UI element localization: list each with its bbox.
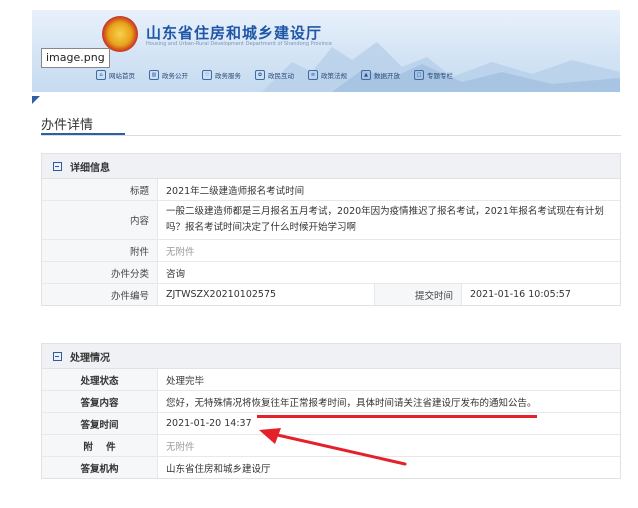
submit-time-label: 提交时间 xyxy=(374,283,462,305)
nav-label: 数据开放 xyxy=(374,72,400,80)
reply-attachment-label: 附 件 xyxy=(42,434,158,457)
chart-icon: ▲ xyxy=(361,70,371,80)
title-label: 标题 xyxy=(42,179,158,201)
nav-item-home[interactable]: ⌂ 网站首页 xyxy=(96,70,135,80)
handling-section-header: 处理情况 xyxy=(42,344,620,369)
content-value: 一般二级建造师都是三月报名五月考试，2020年因为疫情推迟了报名考试，2021年… xyxy=(157,200,620,240)
nav-label: 政策法规 xyxy=(321,72,347,80)
reply-time-label: 答复时间 xyxy=(42,412,158,435)
emblem-icon xyxy=(102,16,138,52)
nav-item-service[interactable]: ♡ 政务服务 xyxy=(202,70,241,80)
nav-label: 政民互动 xyxy=(268,72,294,80)
content-label: 内容 xyxy=(42,200,158,240)
table-row: 内容 一般二级建造师都是三月报名五月考试，2020年因为疫情推迟了报名考试，20… xyxy=(42,200,620,240)
nav-label: 专题专栏 xyxy=(427,72,453,80)
building-icon: ▥ xyxy=(149,70,159,80)
main-nav: ⌂ 网站首页 ▥ 政务公开 ♡ 政务服务 ✿ 政民互动 ≡ 政策法规 ▲ 数据开放 □ 专题专… xyxy=(96,70,467,80)
table-row: 标题 2021年二级建造师报名考试时间 xyxy=(42,179,620,201)
detail-heading: 详细信息 xyxy=(70,162,110,174)
document-icon: ≡ xyxy=(308,70,318,80)
table-row: 办件编号 ZJTWSZX20210102575 提交时间 2021-01-16 … xyxy=(42,283,620,305)
image-filename-label: image.png xyxy=(41,48,110,68)
number-value: ZJTWSZX20210102575 xyxy=(166,289,277,300)
detail-table: 标题 2021年二级建造师报名考试时间 内容 一般二级建造师都是三月报名五月考试… xyxy=(42,179,620,305)
nav-item-data[interactable]: ▲ 数据开放 xyxy=(361,70,400,80)
status-value: 处理完毕 xyxy=(157,369,620,391)
nav-label: 政务公开 xyxy=(162,72,188,80)
interaction-icon: ✿ xyxy=(255,70,265,80)
detail-section: 详细信息 标题 2021年二级建造师报名考试时间 内容 一般二级建造师都是三月报… xyxy=(41,153,621,306)
nav-label: 政务服务 xyxy=(215,72,241,80)
nav-item-topic[interactable]: □ 专题专栏 xyxy=(414,70,453,80)
handling-heading: 处理情况 xyxy=(70,352,110,364)
attachment-value: 无附件 xyxy=(157,239,620,262)
nav-label: 网站首页 xyxy=(109,72,135,80)
home-icon: ⌂ xyxy=(96,70,106,80)
table-row: 处理状态 处理完毕 xyxy=(42,369,620,391)
annotation-underline xyxy=(257,415,537,418)
page-title: 办件详情 xyxy=(41,118,94,133)
nav-item-public[interactable]: ▥ 政务公开 xyxy=(149,70,188,80)
number-label: 办件编号 xyxy=(42,283,158,305)
list-icon xyxy=(53,161,62,171)
category-value: 咨询 xyxy=(157,261,620,284)
status-label: 处理状态 xyxy=(42,369,158,391)
attachment-label: 附件 xyxy=(42,239,158,262)
detail-section-header: 详细信息 xyxy=(42,154,620,179)
nav-item-policy[interactable]: ≡ 政策法规 xyxy=(308,70,347,80)
list-icon xyxy=(53,351,62,361)
service-icon: ♡ xyxy=(202,70,212,80)
reply-content-label: 答复内容 xyxy=(42,390,158,413)
title-value: 2021年二级建造师报名考试时间 xyxy=(157,179,620,201)
corner-marker xyxy=(32,96,40,104)
site-subtitle: Housing and Urban-Rural Development Depa… xyxy=(146,41,332,47)
site-title: 山东省住房和城乡建设厅 xyxy=(146,24,323,42)
category-label: 办件分类 xyxy=(42,261,158,284)
annotation-arrow-icon xyxy=(259,428,407,466)
topic-icon: □ xyxy=(414,70,424,80)
submit-time-value: 2021-01-16 10:05:57 xyxy=(470,289,571,300)
title-divider xyxy=(41,135,621,136)
table-row: 附件 无附件 xyxy=(42,239,620,262)
org-label: 答复机构 xyxy=(42,456,158,478)
nav-item-interaction[interactable]: ✿ 政民互动 xyxy=(255,70,294,80)
table-row: 办件分类 咨询 xyxy=(42,261,620,284)
reply-content-value: 您好，无特殊情况将恢复往年正常报考时间，具体时间请关注省建设厅发布的通知公告。 xyxy=(157,390,620,413)
table-row: 答复内容 您好，无特殊情况将恢复往年正常报考时间，具体时间请关注省建设厅发布的通… xyxy=(42,390,620,413)
